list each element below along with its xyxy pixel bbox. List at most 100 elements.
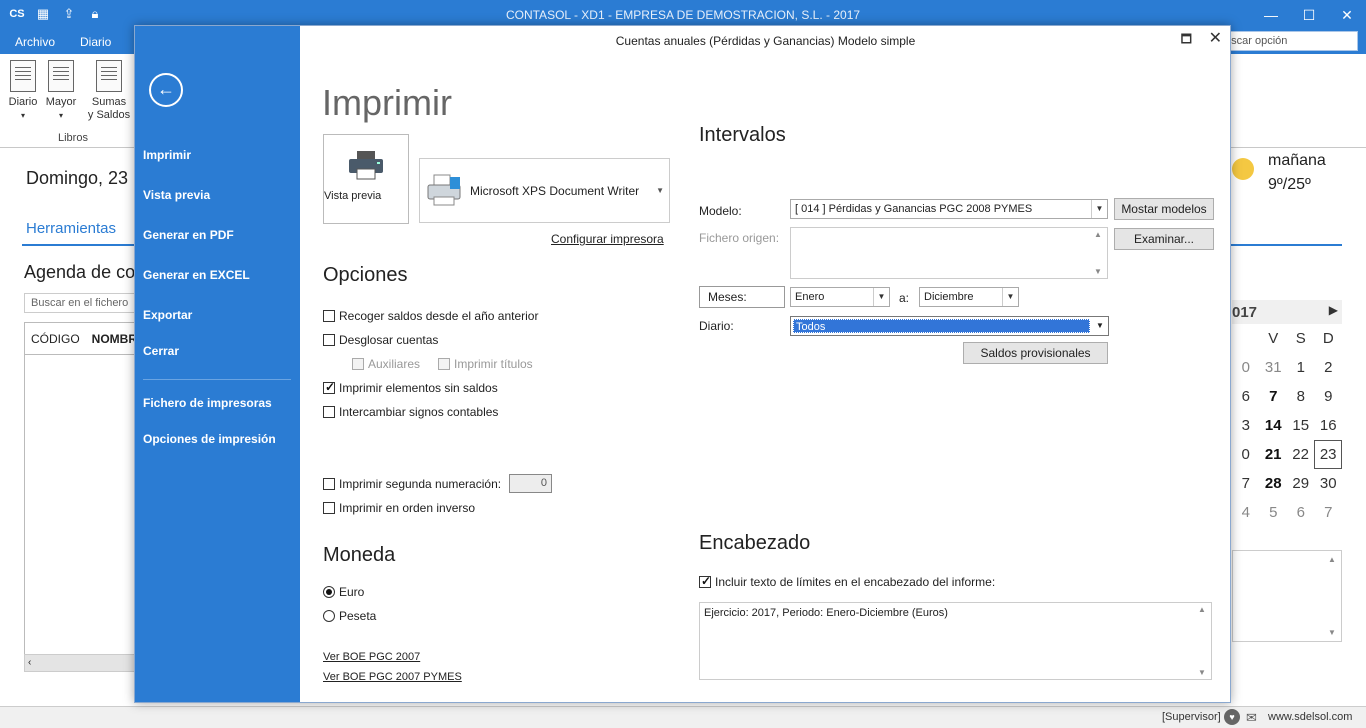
chevron-right-icon[interactable]: ▶ [1329, 303, 1338, 317]
calendar-day[interactable]: 31 [1260, 353, 1288, 382]
chevron-down-icon: ▼ [873, 288, 889, 306]
sidebar-separator [143, 379, 291, 380]
calendar-day[interactable]: 5 [1260, 498, 1288, 527]
calendar-day[interactable]: 3 [1232, 411, 1260, 440]
auxiliares-checkbox[interactable]: Auxiliares [352, 357, 420, 371]
euro-radio[interactable]: Euro [323, 585, 364, 599]
segunda-numeracion-input[interactable]: 0 [509, 474, 552, 493]
sun-icon [1232, 158, 1254, 180]
calendar-day[interactable]: 16 [1315, 411, 1343, 440]
sidebar-item-fichero-impresoras[interactable]: Fichero de impresoras [143, 396, 272, 410]
fichero-origen-input[interactable]: ▲ ▼ [790, 227, 1108, 279]
mostrar-modelos-button[interactable]: Mostar modelos [1114, 198, 1214, 220]
dialog-sidebar: ← Imprimir Vista previa Generar en PDF G… [135, 26, 300, 702]
intervals-heading: Intervalos [699, 124, 786, 146]
segunda-numeracion-checkbox[interactable]: Imprimir segunda numeración: [323, 477, 501, 491]
sumas-saldos-button[interactable]: Sumas y Saldos [87, 60, 131, 122]
sidebar-item-imprimir[interactable]: Imprimir [143, 148, 191, 162]
sidebar-item-excel[interactable]: Generar en EXCEL [143, 268, 250, 282]
calendar-day[interactable]: 8 [1287, 382, 1315, 411]
calendar-week: 7 28 29 30 [1232, 469, 1342, 498]
page-title: Imprimir [322, 82, 452, 123]
sidebar-item-vista-previa[interactable]: Vista previa [143, 188, 210, 202]
tab-archivo[interactable]: Archivo [15, 35, 55, 49]
mail-icon[interactable]: ✉ [1246, 710, 1257, 726]
calendar-day[interactable]: 0 [1232, 440, 1259, 469]
calendar-day[interactable]: 6 [1232, 382, 1260, 411]
mes-hasta-select[interactable]: Diciembre ▼ [919, 287, 1019, 307]
calendar-day[interactable]: 7 [1315, 498, 1343, 527]
boe-pgc-pymes-link[interactable]: Ver BOE PGC 2007 PYMES [323, 671, 462, 683]
dialog-title: Cuentas anuales (Pérdidas y Ganancias) M… [615, 34, 916, 48]
calendar-days: 0 31 1 2 6 7 8 9 3 14 15 16 0 21 22 23 7 28 29 30 4 5 6 7 [1232, 353, 1342, 527]
incluir-limites-checkbox[interactable]: Incluir texto de límites en el encabezad… [699, 574, 995, 589]
mes-desde-select[interactable]: Enero ▼ [790, 287, 890, 307]
diario-select[interactable]: Todos ▼ [790, 316, 1109, 336]
examinar-button[interactable]: Examinar... [1114, 228, 1214, 250]
print-dialog: Cuentas anuales (Pérdidas y Ganancias) M… [134, 25, 1231, 703]
printer-select[interactable]: Microsoft XPS Document Writer ▼ [419, 158, 670, 223]
app-title: CONTASOL - XD1 - EMPRESA DE DEMOSTRACION… [505, 8, 861, 22]
sidebar-item-cerrar[interactable]: Cerrar [143, 344, 179, 358]
calendar-day[interactable]: 4 [1232, 498, 1260, 527]
sidebar-item-opciones-impresion[interactable]: Opciones de impresión [143, 432, 276, 446]
modelo-select[interactable]: [ 014 ] Pérdidas y Ganancias PGC 2008 PY… [790, 199, 1108, 219]
ledger-icon [48, 60, 74, 92]
orden-inverso-checkbox[interactable]: Imprimir en orden inverso [323, 501, 475, 515]
tab-diario[interactable]: Diario [80, 35, 111, 49]
mayor-book-button[interactable]: Mayor ▾ [39, 60, 83, 122]
modelo-label: Modelo: [699, 204, 742, 218]
encabezado-textarea[interactable]: Ejercicio: 2017, Periodo: Enero-Diciembr… [699, 602, 1212, 680]
calendar-day[interactable]: 7 [1260, 382, 1288, 411]
dialog-close-icon[interactable]: ✕ [1209, 28, 1222, 48]
calendar-day[interactable]: 30 [1315, 469, 1343, 498]
saldos-provisionales-button[interactable]: Saldos provisionales [963, 342, 1108, 364]
sin-saldos-checkbox[interactable]: Imprimir elementos sin saldos [323, 380, 498, 395]
chevron-down-icon: ▼ [1002, 288, 1018, 306]
ribbon-search-input[interactable]: uscar opción [1218, 31, 1358, 51]
encabezado-scrollbar[interactable]: ▲ ▼ [1195, 603, 1211, 679]
notes-scrollbar[interactable]: ▲ ▼ [1325, 551, 1341, 641]
journal-icon [10, 60, 36, 92]
imprimir-titulos-checkbox[interactable]: Imprimir títulos [438, 357, 533, 371]
window-controls: — ☐ ✕ [1252, 0, 1366, 30]
fichero-scrollbar[interactable]: ▲ ▼ [1091, 228, 1107, 278]
preview-button[interactable]: Vista previa [323, 134, 409, 224]
calendar-notes[interactable]: ▲ ▼ [1232, 550, 1342, 642]
boe-pgc-link[interactable]: Ver BOE PGC 2007 [323, 651, 420, 663]
calendar-day[interactable]: 22 [1287, 440, 1314, 469]
calendar-week: 4567 [1232, 498, 1342, 527]
calendar-day[interactable]: 15 [1287, 411, 1315, 440]
sidebar-item-pdf[interactable]: Generar en PDF [143, 228, 234, 242]
calendar-day[interactable]: 6 [1287, 498, 1315, 527]
support-icon[interactable]: ♥ [1224, 709, 1240, 725]
calendar-day[interactable]: 9 [1315, 382, 1343, 411]
calendar-weekday [1232, 324, 1260, 353]
calendar-day[interactable]: 7 [1232, 469, 1260, 498]
status-website[interactable]: www.sdelsol.com [1268, 711, 1352, 723]
tab-herramientas[interactable]: Herramientas [26, 220, 116, 237]
calendar-day[interactable]: 29 [1287, 469, 1315, 498]
horizontal-scrollbar[interactable]: ‹ [24, 654, 136, 672]
recoger-saldos-checkbox[interactable]: Recoger saldos desde el año anterior [323, 309, 538, 323]
sidebar-item-exportar[interactable]: Exportar [143, 308, 192, 322]
agenda-heading: Agenda de co [24, 262, 136, 282]
calendar-day[interactable]: 28 [1260, 469, 1288, 498]
minimize-button[interactable]: — [1252, 0, 1290, 30]
dialog-maximize-icon[interactable]: 🗖︎ [1181, 30, 1192, 51]
configure-printer-link[interactable]: Configurar impresora [551, 232, 664, 246]
maximize-button[interactable]: ☐ [1290, 0, 1328, 30]
intercambiar-signos-checkbox[interactable]: Intercambiar signos contables [323, 405, 498, 419]
calendar-day[interactable]: 2 [1315, 353, 1343, 382]
peseta-radio[interactable]: Peseta [323, 609, 376, 623]
desglosar-checkbox[interactable]: Desglosar cuentas [323, 333, 438, 347]
close-button[interactable]: ✕ [1328, 0, 1366, 30]
agenda-grid: CÓDIGO NOMBRE [24, 322, 145, 672]
calendar-day[interactable]: 0 [1232, 353, 1260, 382]
calendar-day[interactable]: 1 [1287, 353, 1315, 382]
calendar-day[interactable]: 14 [1260, 411, 1288, 440]
calendar-day[interactable]: 21 [1259, 440, 1286, 469]
back-arrow-icon[interactable]: ← [149, 73, 183, 107]
col-codigo[interactable]: CÓDIGO [25, 323, 86, 354]
calendar-day[interactable]: 23 [1314, 440, 1342, 469]
